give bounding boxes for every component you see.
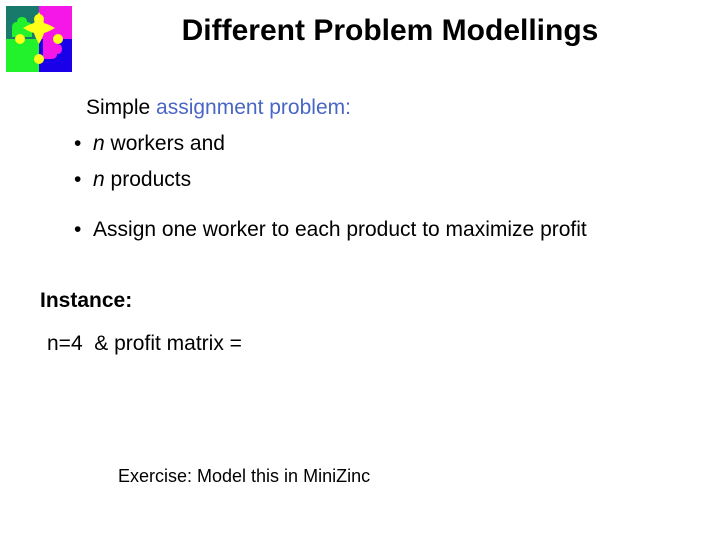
objective-text: Assign one worker to each product to max…: [93, 218, 587, 241]
page-title: Different Problem Modellings: [181, 14, 599, 47]
intro-prefix: Simple: [86, 96, 157, 119]
slide-canvas: Different Problem Modellings Simple assi…: [0, 0, 720, 540]
bullet-text: products: [104, 168, 192, 191]
intro-line: Simple assignment problem:: [86, 95, 351, 121]
bullet-workers: • n workers and: [74, 131, 225, 157]
instance-label: Instance:: [40, 289, 133, 312]
bullet-text: workers and: [104, 132, 225, 155]
exercise-note: Exercise: Model this in MiniZinc: [118, 466, 371, 486]
bullet-products: • n products: [74, 167, 191, 193]
bullet-objective: • Assign one worker to each product to m…: [74, 212, 644, 247]
intro-highlight: assignment problem: [156, 96, 346, 119]
bullet-spacer: [81, 132, 93, 155]
bullet-italic-lead: n: [93, 168, 105, 191]
bullet-spacer: [81, 168, 93, 191]
puzzle-logo-icon: [6, 6, 72, 72]
puzzle-logo: [6, 6, 72, 72]
intro-suffix: :: [345, 96, 351, 119]
bullet-italic-lead: n: [93, 132, 105, 155]
instance-value: n=4 & profit matrix =: [47, 332, 242, 355]
bullet-spacer: [81, 218, 93, 241]
